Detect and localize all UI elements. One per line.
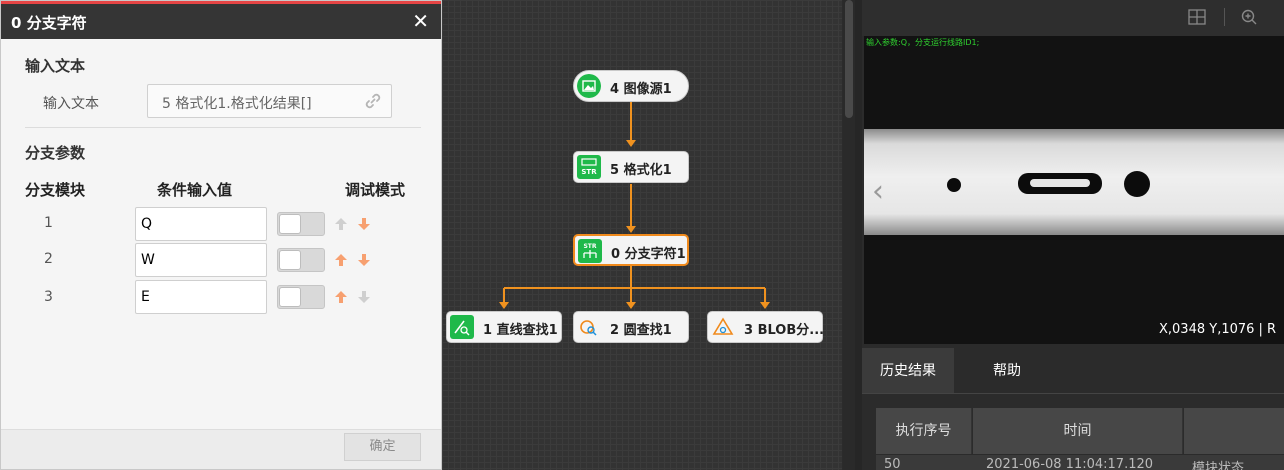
branch-row-number: 1	[44, 215, 53, 231]
flow-canvas[interactable]: 4 图像源1 STR 5 格式化1 STR 0 分支字符1 1 直线查找1 2 …	[442, 0, 842, 470]
table-cell: 50	[884, 457, 901, 470]
line-find-icon	[450, 315, 474, 339]
link-arrowhead	[626, 226, 636, 233]
move-up-icon[interactable]	[334, 253, 348, 267]
bottom-tabs: 历史结果 帮助	[862, 348, 1284, 394]
link-arrowhead	[760, 302, 770, 309]
circle-find-icon	[577, 315, 601, 339]
node-image-source[interactable]: 4 图像源1	[573, 70, 689, 102]
part-image	[864, 129, 1284, 235]
link-arrowhead	[626, 302, 636, 309]
table-cell: 2021-06-08 11:04:17.120	[986, 457, 1154, 470]
condition-input[interactable]: E	[135, 280, 267, 314]
branch-section-title: 分支参数	[25, 144, 86, 162]
previous-image-icon[interactable]: ‹	[872, 174, 884, 209]
column-header-sequence: 执行序号	[876, 408, 972, 454]
node-label: 0 分支字符1	[611, 247, 686, 262]
branch-row-number: 3	[44, 289, 53, 305]
node-label: 4 图像源1	[610, 82, 672, 97]
table-cell: 模块状态	[1192, 461, 1245, 470]
blob-icon	[711, 315, 735, 339]
column-header-module: 分支模块	[25, 181, 86, 199]
toggle-knob	[279, 287, 301, 307]
image-viewer[interactable]: 输入参数:Q，分支运行线路ID1; ‹ X,0348 Y,1076 | R	[864, 36, 1284, 344]
condition-value: E	[141, 289, 150, 305]
tab-history-results[interactable]: 历史结果	[862, 348, 954, 394]
move-down-icon[interactable]	[357, 290, 371, 304]
overlay-text: 输入参数:Q，分支运行线路ID1;	[866, 38, 980, 47]
grid-icon[interactable]	[1188, 8, 1206, 26]
tab-divider	[862, 393, 1284, 394]
link-arrowhead	[626, 140, 636, 147]
move-up-icon[interactable]	[334, 290, 348, 304]
str-format-icon: STR	[577, 155, 601, 179]
link-arrowhead	[499, 302, 509, 309]
toggle-knob	[279, 250, 301, 270]
debug-toggle[interactable]	[277, 285, 325, 309]
toolbar-separator	[1224, 8, 1225, 26]
node-branch-char[interactable]: STR 0 分支字符1	[573, 234, 689, 266]
str-branch-icon: STR	[578, 239, 602, 263]
debug-toggle[interactable]	[277, 248, 325, 272]
debug-toggle[interactable]	[277, 212, 325, 236]
condition-input[interactable]: W	[135, 243, 267, 277]
svg-text:STR: STR	[581, 168, 597, 176]
condition-value: W	[141, 252, 155, 268]
column-header-condition: 条件输入值	[157, 181, 233, 199]
input-text-label: 输入文本	[43, 96, 99, 112]
node-circle-find[interactable]: 2 圆查找1	[573, 311, 689, 343]
move-down-icon[interactable]	[357, 217, 371, 231]
dialog-title: 0 分支字符	[11, 14, 87, 32]
result-panel: 输入参数:Q，分支运行线路ID1; ‹ X,0348 Y,1076 | R 历史…	[862, 0, 1284, 470]
condition-value: Q	[141, 216, 153, 232]
history-table: 执行序号 时间 50 2021-06-08 11:04:17.120 模块状态	[876, 408, 1284, 470]
node-format[interactable]: STR 5 格式化1	[573, 151, 689, 183]
move-down-icon[interactable]	[357, 253, 371, 267]
condition-input[interactable]: Q	[135, 207, 267, 241]
toggle-knob	[279, 214, 301, 234]
scrollbar-thumb[interactable]	[845, 0, 853, 118]
image-icon	[577, 74, 601, 98]
cursor-coordinates: X,0348 Y,1076 | R	[1159, 322, 1277, 337]
close-button[interactable]: ✕	[412, 9, 429, 33]
node-label: 5 格式化1	[610, 163, 672, 178]
section-divider	[25, 127, 421, 128]
image-toolbar	[862, 0, 1284, 36]
column-header-extra	[1184, 408, 1284, 454]
input-text-value: 5 格式化1.格式化结果[]	[162, 96, 312, 112]
branch-char-dialog: 0 分支字符 ✕ 输入文本 输入文本 5 格式化1.格式化结果[] 分支参数 分…	[0, 0, 442, 470]
column-header-time: 时间	[973, 408, 1183, 454]
svg-text:STR: STR	[583, 243, 596, 250]
node-label: 1 直线查找1	[483, 323, 558, 338]
input-text-field[interactable]: 5 格式化1.格式化结果[]	[147, 84, 392, 118]
node-line-find[interactable]: 1 直线查找1	[446, 311, 562, 343]
branch-row-number: 2	[44, 251, 53, 267]
move-up-icon[interactable]	[334, 217, 348, 231]
table-row[interactable]: 50 2021-06-08 11:04:17.120 模块状态	[876, 455, 1284, 470]
ok-button[interactable]: 确定	[344, 433, 421, 461]
tab-help[interactable]: 帮助	[954, 348, 1060, 394]
node-blob[interactable]: 3 BLOB分...	[707, 311, 825, 343]
node-label: 3 BLOB分...	[744, 323, 825, 338]
input-section-title: 输入文本	[25, 57, 86, 75]
node-label: 2 圆查找1	[610, 323, 672, 338]
dialog-title-bar: 0 分支字符 ✕	[1, 1, 441, 39]
column-header-debug: 调试模式	[345, 181, 406, 199]
link-icon[interactable]	[363, 91, 383, 111]
part-features	[947, 171, 1150, 197]
panel-splitter[interactable]	[855, 0, 862, 470]
zoom-in-icon[interactable]	[1240, 8, 1258, 26]
canvas-scrollbar[interactable]	[843, 0, 855, 470]
